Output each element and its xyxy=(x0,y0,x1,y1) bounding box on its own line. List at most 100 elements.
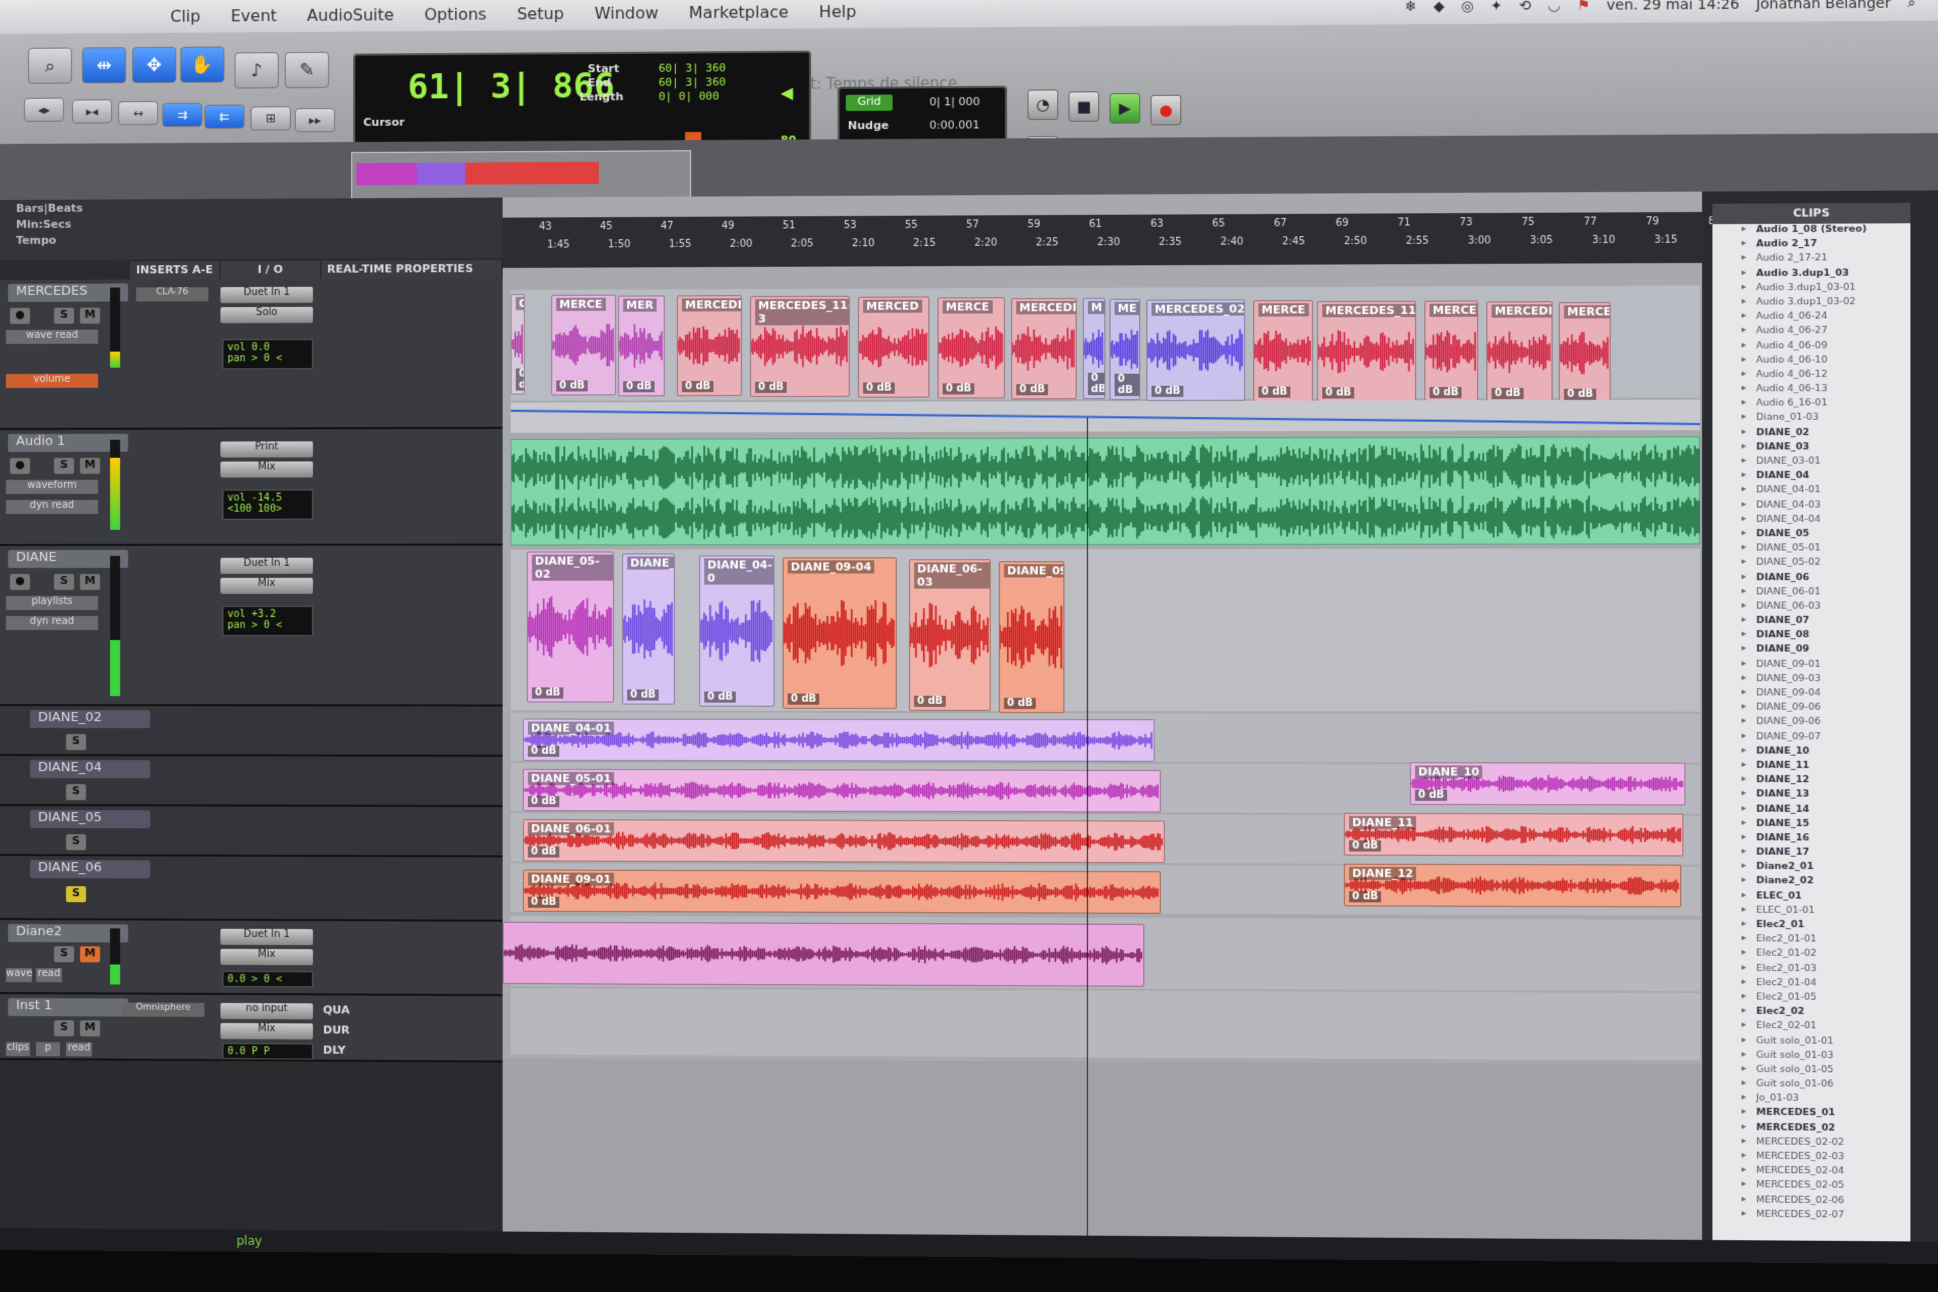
clip-list-item[interactable]: DIANE_10 xyxy=(1712,745,1910,760)
clip-list-item[interactable]: DIANE_12 xyxy=(1712,774,1910,789)
end-value[interactable]: 60| 3| 360 xyxy=(659,75,726,89)
menubar-datetime[interactable]: ven. 29 mai 14:26 xyxy=(1607,0,1740,14)
clip-list-item[interactable]: Elec2_01-05 xyxy=(1712,991,1910,1006)
audio-clip[interactable]: DIANE_04-0 0 dB xyxy=(699,555,775,707)
edit-timeline[interactable]: 4345474951535557596163656769717375777981… xyxy=(502,191,1722,1265)
ruler-minsecs-label[interactable]: Min:Secs xyxy=(16,218,71,231)
output-selector[interactable]: Solo xyxy=(220,306,313,324)
menu-clip[interactable]: Clip xyxy=(170,6,200,25)
clip-list-item[interactable]: DIANE_04-01 xyxy=(1712,484,1910,499)
automation-view[interactable]: volume xyxy=(5,373,99,388)
rtp-quantize[interactable]: QUA xyxy=(323,1003,350,1016)
clip-list-item[interactable]: DIANE_09-04 xyxy=(1712,687,1910,702)
clip-gain[interactable]: 0 dB xyxy=(1349,891,1382,903)
menu-setup[interactable]: Setup xyxy=(517,3,564,22)
time-tick[interactable]: 2:10 xyxy=(852,238,875,249)
lane-diane-04[interactable]: DIANE_04-01 0 dB xyxy=(510,712,1700,763)
clip-list-item[interactable]: DIANE_04 xyxy=(1712,470,1910,485)
pencil-tool-icon[interactable]: ✎ xyxy=(284,51,330,89)
timeline-rulers[interactable]: 4345474951535557596163656769717375777981… xyxy=(502,211,1722,289)
pan-value[interactable]: <100 100> xyxy=(227,504,307,515)
clip-list-item[interactable]: ELEC_01 xyxy=(1712,890,1910,905)
clip-gain[interactable]: 0 dB xyxy=(1349,840,1382,852)
menu-audiosuite[interactable]: AudioSuite xyxy=(307,5,394,25)
track-header-diane[interactable]: DIANE ● S M playlists dyn read Duet In 1… xyxy=(0,545,503,707)
automation-mode[interactable]: dyn read xyxy=(5,615,99,631)
clip-list-item[interactable]: DIANE_08 xyxy=(1712,629,1910,644)
volume-pan-display[interactable]: vol -14.5 <100 100> xyxy=(222,489,313,520)
clip-gain[interactable]: 0 dB xyxy=(863,382,895,394)
clip-gain[interactable]: 0 dB xyxy=(515,368,525,391)
trim-tool-icon[interactable]: ⇹ xyxy=(82,47,127,84)
output-selector[interactable]: Mix xyxy=(220,461,313,478)
clip-list-item[interactable]: DIANE_07 xyxy=(1712,615,1910,630)
spotlight-icon[interactable]: ⌕ xyxy=(1907,0,1915,12)
bar-tick[interactable]: 57 xyxy=(966,219,979,230)
clip-list-item[interactable]: Audio 3.dup1_03-02 xyxy=(1712,296,1910,311)
clip-list-item[interactable]: Diane2_01 xyxy=(1712,861,1910,876)
audio-clip[interactable]: MERCEDI 0 dB xyxy=(1486,301,1553,404)
clip-list-item[interactable]: Audio 3.dup1_03-01 xyxy=(1712,281,1910,296)
automation-mode[interactable]: dyn read xyxy=(5,499,99,514)
clip-gain[interactable]: 0 dB xyxy=(1491,388,1524,400)
speaker-icon[interactable]: ◀ xyxy=(781,83,794,102)
time-tick[interactable]: 3:05 xyxy=(1530,235,1553,246)
record-enable-icon[interactable]: ● xyxy=(9,457,30,474)
lane-diane2[interactable] xyxy=(502,915,1700,992)
clip-list-item[interactable]: Audio 3.dup1_03 xyxy=(1712,267,1910,282)
clip-list-item[interactable]: Audio 4_06-09 xyxy=(1712,339,1910,354)
clip-list-item[interactable]: DIANE_14 xyxy=(1712,803,1910,818)
lane-mercedes[interactable]: C0 dB MERCE 0 dB MER 0 dB MERCEDE 0 dB MERCEDES… xyxy=(510,285,1700,405)
bar-tick[interactable]: 75 xyxy=(1522,217,1535,228)
time-tick[interactable]: 2:00 xyxy=(730,239,753,250)
clip-list-item[interactable]: MERCEDES_01 xyxy=(1712,1107,1910,1123)
menu-help[interactable]: Help xyxy=(819,1,856,20)
bar-tick[interactable]: 45 xyxy=(600,221,613,232)
clips-list-title[interactable]: CLIPS xyxy=(1712,202,1911,225)
clip-list-item[interactable]: Elec2_01-02 xyxy=(1712,948,1910,963)
grid-button[interactable]: Grid xyxy=(845,94,893,111)
output-selector[interactable]: Mix xyxy=(220,577,313,594)
clip-gain[interactable]: 0 dB xyxy=(623,380,655,392)
snowflake-icon[interactable]: ❄ xyxy=(1405,0,1417,15)
clip-gain[interactable]: 0 dB xyxy=(527,796,560,808)
track-header-diane-02[interactable]: DIANE_02 S xyxy=(0,706,503,757)
audio-clip[interactable]: DIANE_09- 0 dB xyxy=(998,561,1065,714)
clip-list-item[interactable]: DIANE_09-06 xyxy=(1712,702,1910,717)
insert-slot[interactable]: Omnisphere xyxy=(122,1002,205,1017)
audio-clip[interactable]: MER 0 dB xyxy=(618,295,665,396)
clip-gain[interactable]: 0 dB xyxy=(1016,383,1049,395)
mode-button-2[interactable]: ▸◂ xyxy=(72,99,113,124)
clip-list-item[interactable]: MERCEDES_02-05 xyxy=(1712,1179,1910,1195)
clip-gain[interactable]: 0 dB xyxy=(1087,373,1106,396)
solo-button[interactable]: S xyxy=(54,307,75,324)
clip-list-item[interactable]: DIANE_16 xyxy=(1712,832,1910,847)
clip-gain[interactable]: 0 dB xyxy=(704,691,737,703)
audio-clip[interactable]: DIANE_06-03 0 dB xyxy=(908,559,991,711)
time-tick[interactable]: 2:30 xyxy=(1097,237,1120,248)
clip-list-item[interactable]: DIANE_05-01 xyxy=(1712,542,1910,557)
start-value[interactable]: 60| 3| 360 xyxy=(659,61,726,75)
time-tick[interactable]: 1:55 xyxy=(669,239,692,250)
clip-list-item[interactable]: DIANE_04-04 xyxy=(1712,513,1910,528)
clip-list-item[interactable]: Audio 4_06-27 xyxy=(1712,325,1910,340)
clip-list-item[interactable]: DIANE_09-06 xyxy=(1712,716,1910,731)
zoom-tool-icon[interactable]: ⌕ xyxy=(27,47,73,84)
time-tick[interactable]: 2:05 xyxy=(791,238,814,249)
solo-button[interactable]: S xyxy=(54,573,75,590)
volume-pan-display[interactable]: vol +3.2 pan > 0 < xyxy=(222,605,313,637)
time-tick[interactable]: 2:40 xyxy=(1220,236,1243,247)
diane2-clip[interactable] xyxy=(502,921,1145,987)
time-tick[interactable]: 2:45 xyxy=(1282,236,1305,247)
sync-icon[interactable]: ◎ xyxy=(1461,0,1474,15)
volume-automation-line[interactable] xyxy=(511,400,1700,433)
audio-clip[interactable]: MERCE 0 dB xyxy=(937,297,1006,399)
time-tick[interactable]: 2:20 xyxy=(974,238,997,249)
track-view-selector[interactable]: waveform xyxy=(5,479,99,494)
lane-diane-05[interactable]: DIANE_05-01 0 dB DIANE_10 0 dB xyxy=(510,762,1700,814)
clip-list-item[interactable]: DIANE_06-03 xyxy=(1712,600,1910,615)
input-selector[interactable]: Duet In 1 xyxy=(220,286,313,304)
lane-diane-06[interactable]: DIANE_06-01 0 dB DIANE_11 0 dB xyxy=(510,812,1700,865)
solo-button[interactable]: S xyxy=(66,834,87,851)
automation-mode[interactable]: read xyxy=(66,1042,93,1057)
